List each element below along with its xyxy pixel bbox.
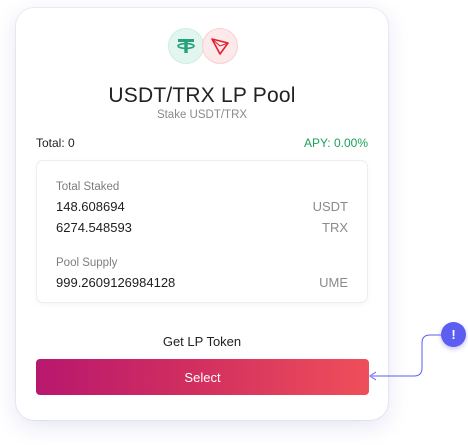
get-lp-token-link[interactable]: Get LP Token [16, 334, 388, 349]
staked-usdt-unit: USDT [312, 199, 348, 214]
pool-card: USDT/TRX LP Pool Stake USDT/TRX Total: 0… [16, 8, 388, 420]
token-pair-icons [166, 28, 240, 66]
pool-title: USDT/TRX LP Pool [108, 84, 296, 107]
staked-usdt-value: 148.608694 [56, 199, 125, 214]
pool-info-box: Total Staked 148.608694 USDT 6274.548593… [37, 161, 367, 302]
select-button[interactable]: Select [36, 359, 369, 395]
tron-icon [202, 28, 238, 64]
pool-supply-unit: UME [319, 275, 348, 290]
tether-icon [168, 28, 204, 64]
total-label: Total: 0 [36, 136, 75, 150]
info-icon[interactable]: ! [441, 322, 466, 347]
pool-supply-value: 999.2609126984128 [56, 275, 176, 290]
total-staked-label: Total Staked [56, 181, 120, 193]
apy-label: APY: 0.00% [303, 136, 368, 150]
staked-trx-unit: TRX [322, 220, 348, 235]
pool-supply-label: Pool Supply [56, 257, 118, 269]
pool-subtitle: Stake USDT/TRX [156, 109, 248, 121]
staked-trx-value: 6274.548593 [56, 220, 132, 235]
